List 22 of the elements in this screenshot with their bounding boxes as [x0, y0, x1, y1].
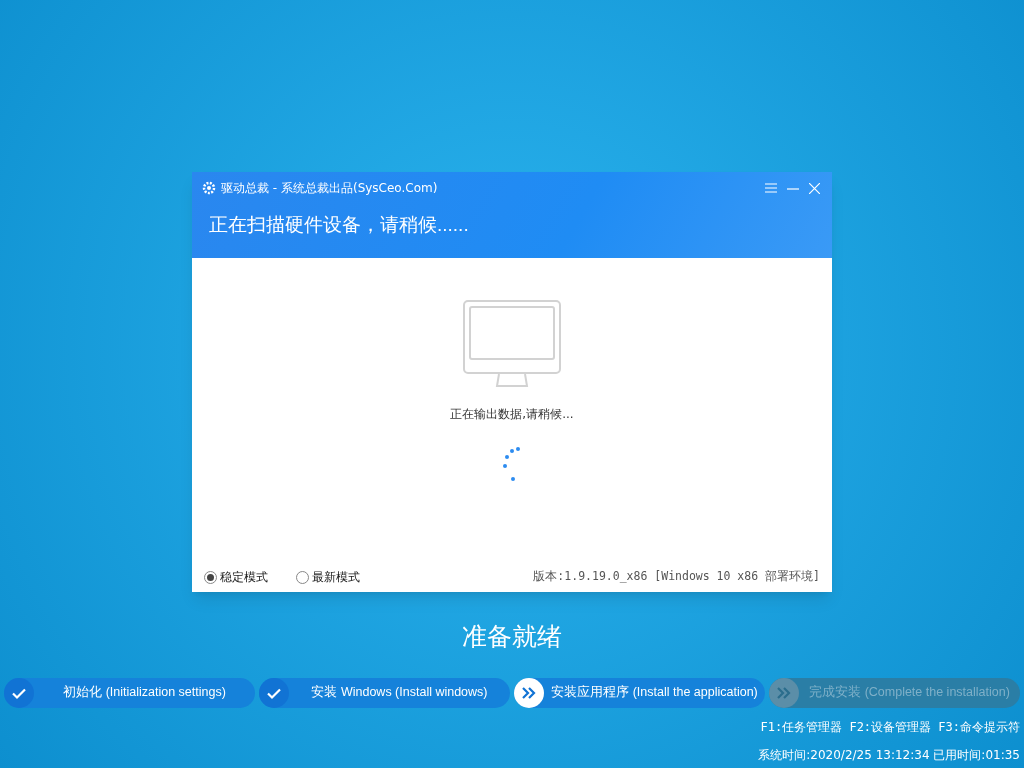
version-text: 版本:1.9.19.0_x86 [Windows 10 x86 部署环境] — [533, 568, 820, 586]
monitor-icon — [463, 300, 561, 388]
install-step: 初始化 (Initialization settings) — [4, 677, 255, 708]
mode-radio[interactable]: 最新模式 — [296, 568, 360, 586]
double-chevron-icon — [514, 677, 544, 708]
check-icon — [259, 677, 289, 708]
install-step: 完成安装 (Complete the installation) — [769, 677, 1020, 708]
menu-icon[interactable] — [765, 183, 777, 193]
double-chevron-icon — [769, 677, 799, 708]
hotkey-hint: F1:任务管理器 F2:设备管理器 F3:命令提示符 — [760, 718, 1020, 736]
check-icon — [4, 677, 34, 708]
install-step: 安装 Windows (Install windows) — [259, 677, 510, 708]
close-icon[interactable] — [809, 182, 820, 194]
system-clock: 系统时间:2020/2/25 13:12:34 已用时间:01:35 — [758, 746, 1020, 764]
window-title: 驱动总裁 - 系统总裁出品(SysCeo.Com) — [221, 180, 438, 197]
loading-spinner-icon — [502, 447, 522, 483]
status-caption: 准备就绪 — [462, 621, 562, 652]
gear-icon — [202, 181, 216, 195]
scan-heading: 正在扫描硬件设备，请稍候...... — [209, 213, 470, 237]
status-text: 正在输出数据,请稍候... — [450, 406, 574, 423]
mode-radio[interactable]: 稳定模式 — [204, 568, 268, 586]
install-step: 安装应用程序 (Install the application) — [514, 677, 765, 708]
